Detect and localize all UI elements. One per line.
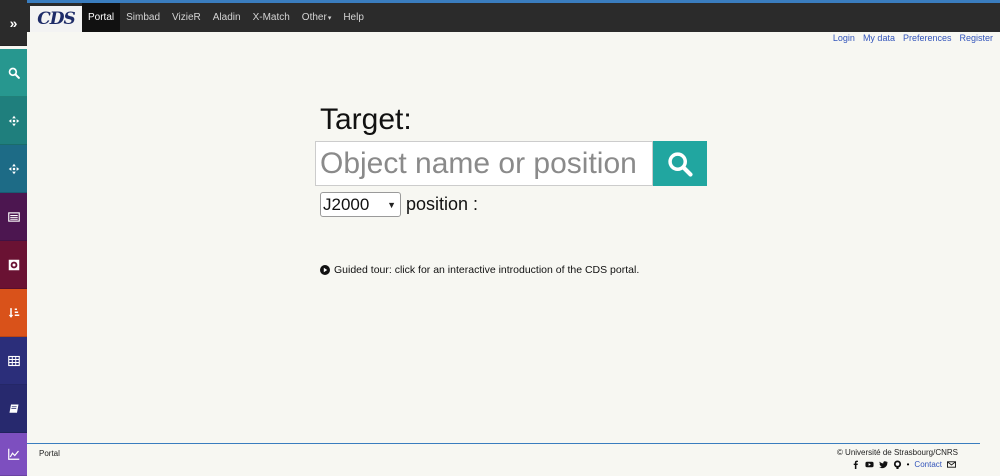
- book-icon: [9, 404, 18, 413]
- search-icon: [668, 151, 693, 177]
- nav-aladin[interactable]: Aladin: [207, 3, 247, 32]
- sidebar-chart-tool[interactable]: [0, 433, 27, 476]
- separator-dot: •: [906, 460, 910, 469]
- footer-copyright: © Université de Strasbourg/CNRS: [836, 448, 958, 457]
- sort-icon: [8, 307, 19, 318]
- nav-vizier[interactable]: VizieR: [166, 3, 207, 32]
- nav-other-label: Other: [301, 12, 327, 23]
- nav-other[interactable]: Other▾: [296, 3, 338, 32]
- epoch-select-value: J2000: [323, 194, 370, 214]
- login-link[interactable]: Login: [833, 33, 855, 43]
- position-label: position :: [406, 194, 479, 214]
- sidebar-image-tool[interactable]: [0, 241, 27, 289]
- footer-section-label: Portal: [39, 449, 60, 458]
- nav-xmatch[interactable]: X-Match: [247, 3, 296, 32]
- preferences-link[interactable]: Preferences: [903, 33, 952, 43]
- play-circle-icon: [320, 265, 330, 275]
- nav-portal[interactable]: Portal: [82, 3, 121, 32]
- sidebar-expand-button[interactable]: »: [0, 0, 27, 46]
- nav-help[interactable]: Help: [337, 3, 370, 32]
- search-icon: [8, 67, 20, 79]
- main-nav: Portal Simbad VizieR Aladin X-Match Othe…: [82, 3, 370, 32]
- sidebar-catalogue-tool[interactable]: [0, 193, 27, 241]
- cds-logo-text: CDS: [37, 9, 76, 29]
- guided-tour-text: Guided tour: click for an interactive in…: [334, 264, 640, 276]
- epoch-select[interactable]: J2000 ▼: [320, 192, 401, 217]
- github-icon[interactable]: [893, 460, 902, 469]
- chevron-down-icon: ▼: [387, 199, 396, 210]
- sidebar-search-tool[interactable]: [0, 49, 27, 97]
- footer-social-links: • Contact: [851, 460, 956, 469]
- contact-link[interactable]: Contact: [914, 460, 942, 469]
- sidebar-position-tool[interactable]: [0, 145, 27, 193]
- sidebar-cone-search-tool[interactable]: [0, 97, 27, 145]
- top-navbar: CDS Portal Simbad VizieR Aladin X-Match …: [0, 0, 1000, 32]
- chart-icon: [7, 448, 19, 460]
- target-search-button[interactable]: [653, 141, 707, 186]
- facebook-icon[interactable]: [851, 460, 860, 469]
- youtube-icon[interactable]: [865, 460, 874, 469]
- sidebar-sort-tool[interactable]: [0, 289, 27, 337]
- footer-divider: [27, 443, 980, 444]
- table-icon: [7, 355, 20, 366]
- cds-logo[interactable]: CDS: [30, 6, 82, 32]
- crosshair-icon: [8, 163, 19, 174]
- envelope-icon: [947, 460, 956, 469]
- target-label: Target:: [320, 103, 412, 136]
- tool-sidebar: »: [0, 0, 27, 476]
- list-icon: [7, 211, 20, 222]
- guided-tour-link[interactable]: Guided tour: click for an interactive in…: [320, 264, 639, 276]
- double-chevron-right-icon: »: [9, 14, 18, 31]
- chevron-down-icon: ▾: [327, 15, 332, 22]
- user-links: Login My data Preferences Register: [833, 33, 993, 43]
- image-icon: [8, 259, 19, 270]
- my-data-link[interactable]: My data: [863, 33, 895, 43]
- nav-simbad[interactable]: Simbad: [120, 3, 166, 32]
- crosshair-icon: [8, 115, 19, 126]
- register-link[interactable]: Register: [959, 33, 993, 43]
- target-search-input[interactable]: [315, 141, 653, 186]
- sidebar-documentation-tool[interactable]: [0, 385, 27, 433]
- twitter-icon[interactable]: [878, 460, 888, 469]
- sidebar-table-tool[interactable]: [0, 337, 27, 385]
